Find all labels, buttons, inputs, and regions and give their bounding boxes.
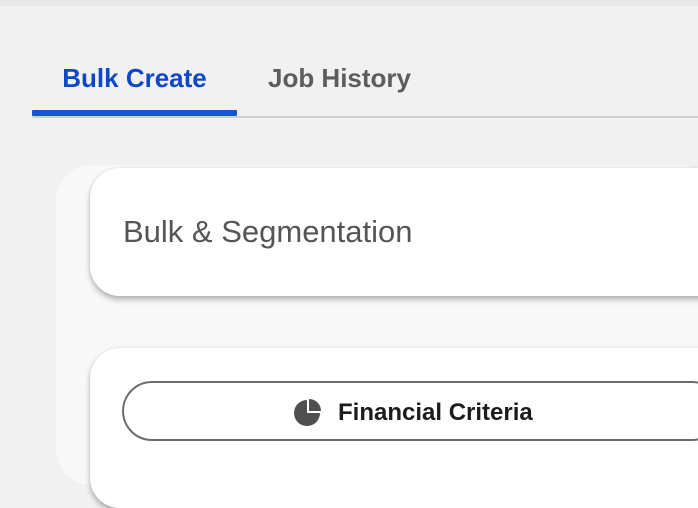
tabs-divider [32, 116, 698, 118]
section-title-card: Bulk & Segmentation [90, 168, 698, 296]
tab-bar: Bulk Create Job History [0, 40, 698, 118]
financial-criteria-button[interactable]: Financial Criteria [122, 381, 698, 441]
section-title: Bulk & Segmentation [123, 214, 413, 249]
financial-criteria-label: Financial Criteria [338, 399, 533, 426]
pie-chart-icon [292, 398, 322, 428]
top-bar [0, 0, 698, 6]
tab-job-history[interactable]: Job History [237, 40, 442, 116]
tab-bulk-create[interactable]: Bulk Create [32, 40, 237, 116]
